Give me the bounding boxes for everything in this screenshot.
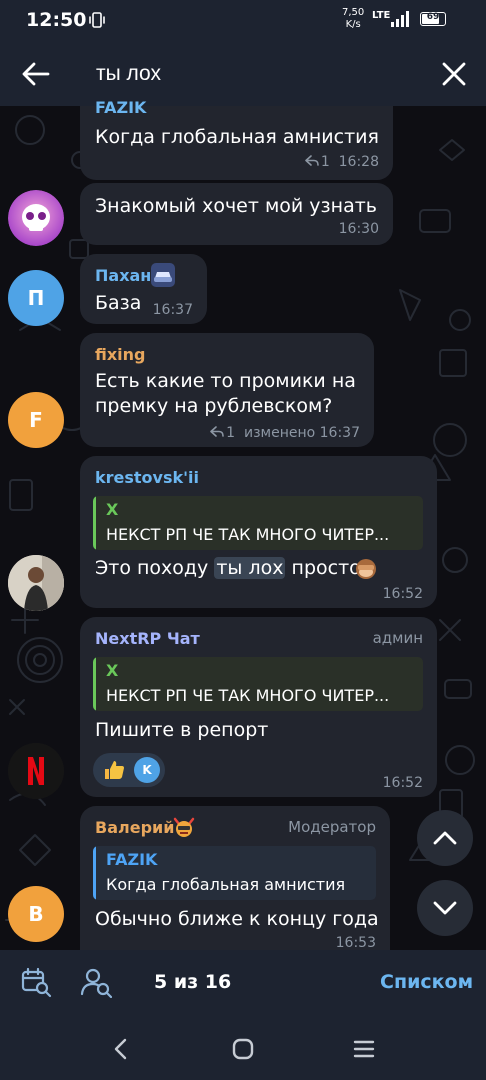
message-author: krestovsk'ii bbox=[95, 468, 200, 487]
member-role: админ bbox=[372, 629, 423, 647]
edited-label: изменено bbox=[243, 425, 316, 441]
message-text: Пишите в репорт bbox=[95, 719, 269, 741]
search-highlight: ты лох bbox=[214, 557, 286, 579]
message-time: 16:30 bbox=[338, 221, 379, 237]
message-time: 16:28 bbox=[338, 154, 379, 170]
message-bubble[interactable]: fixing Есть какие то промики на премку н… bbox=[80, 333, 374, 447]
message-meta: 1 изменено 16:37 bbox=[210, 425, 360, 441]
quote-bar bbox=[93, 846, 96, 900]
message-author: NextRP Чат bbox=[95, 629, 200, 648]
system-navigation-bar bbox=[0, 1016, 486, 1080]
reply-count: 1 bbox=[226, 425, 236, 441]
reply-icon bbox=[210, 426, 224, 437]
avatar-letter: В bbox=[28, 902, 44, 926]
message-text-line: Есть какие то промики на bbox=[95, 370, 356, 392]
reaction-chip[interactable]: K bbox=[93, 753, 165, 787]
quote-bar bbox=[93, 657, 96, 711]
search-input[interactable] bbox=[96, 58, 416, 90]
message-text: Когда глобальная амнистия bbox=[95, 126, 379, 148]
list-view-button[interactable]: Списком bbox=[380, 971, 473, 993]
reaction-avatar: K bbox=[134, 757, 160, 783]
message-text-part: просто bbox=[291, 557, 361, 579]
avatar[interactable]: П bbox=[8, 270, 64, 326]
reply-count: 1 bbox=[320, 154, 330, 170]
avatar-letter: П bbox=[27, 286, 45, 310]
arrow-left-icon[interactable] bbox=[20, 60, 52, 88]
message-bubble[interactable]: FAZIK Когда глобальная амнистия 1 16:28 bbox=[80, 98, 393, 180]
status-bar: 12:50 7,50 K/s LTE 69 bbox=[0, 0, 486, 42]
message-text: Это походу ты лох просто bbox=[95, 556, 361, 581]
netflix-logo-icon bbox=[8, 743, 64, 799]
reply-icon bbox=[305, 155, 319, 166]
thumbs-up-icon bbox=[105, 761, 124, 779]
quote-text: Когда глобальная амнистия bbox=[106, 875, 346, 894]
result-counter: 5 из 16 bbox=[154, 971, 232, 993]
avatar[interactable] bbox=[8, 555, 64, 611]
message-author: FAZIK bbox=[95, 98, 147, 117]
message-text-part: Это походу bbox=[95, 557, 209, 579]
reply-quote[interactable]: FAZIK Когда глобальная амнистия bbox=[93, 846, 376, 900]
battery-icon: 69 bbox=[420, 12, 446, 26]
message-text: База bbox=[95, 292, 142, 314]
message-bubble[interactable]: Валерий Модератор FAZIK Когда глобальная… bbox=[80, 806, 390, 968]
message-time: 16:37 bbox=[319, 425, 360, 441]
vibrate-icon bbox=[89, 12, 105, 28]
chevron-up-icon bbox=[433, 831, 457, 845]
battery-level: 69 bbox=[426, 12, 440, 22]
car-emoji-icon bbox=[151, 263, 175, 287]
avatar[interactable] bbox=[8, 190, 64, 246]
recents-nav-icon[interactable] bbox=[351, 1036, 377, 1062]
quote-text: НЕКСТ РП ЧЕ ТАК МНОГО ЧИТЕР... bbox=[106, 686, 390, 705]
scroll-up-button[interactable] bbox=[417, 810, 473, 866]
home-nav-icon[interactable] bbox=[230, 1036, 256, 1062]
quote-text: НЕКСТ РП ЧЕ ТАК МНОГО ЧИТЕР... bbox=[106, 525, 390, 544]
close-icon[interactable] bbox=[440, 60, 468, 88]
message-bubble[interactable]: NextRP Чат админ X НЕКСТ РП ЧЕ ТАК МНОГО… bbox=[80, 617, 437, 797]
signal-icon bbox=[391, 11, 409, 27]
message-time: 16:53 bbox=[335, 935, 376, 951]
reply-quote[interactable]: X НЕКСТ РП ЧЕ ТАК МНОГО ЧИТЕР... bbox=[93, 496, 423, 550]
message-author: fixing bbox=[95, 345, 146, 364]
message-time: 16:52 bbox=[382, 586, 423, 602]
status-time: 12:50 bbox=[26, 9, 87, 31]
quote-author: X bbox=[106, 661, 119, 680]
network-speed: 7,50 K/s bbox=[342, 7, 365, 30]
calendar-search-icon[interactable] bbox=[20, 966, 52, 998]
reply-quote[interactable]: X НЕКСТ РП ЧЕ ТАК МНОГО ЧИТЕР... bbox=[93, 657, 423, 711]
avatar[interactable]: F bbox=[8, 392, 64, 448]
reaction-avatar-letter: K bbox=[142, 763, 152, 777]
message-time: 16:52 bbox=[382, 775, 423, 791]
message-bubble[interactable]: Пахан База 16:37 bbox=[80, 254, 207, 324]
message-text-line: премку на рублевском? bbox=[95, 395, 333, 417]
network-type: LTE bbox=[372, 10, 391, 21]
photo-avatar-icon bbox=[8, 555, 64, 611]
monkey-icon bbox=[356, 559, 376, 579]
avatar[interactable]: В bbox=[8, 886, 64, 942]
quote-bar bbox=[93, 496, 96, 550]
message-meta: 1 16:28 bbox=[305, 154, 379, 170]
member-role: Модератор bbox=[288, 818, 376, 836]
quote-author: FAZIK bbox=[106, 850, 158, 869]
skull-avatar-icon bbox=[8, 190, 64, 246]
scroll-down-button[interactable] bbox=[417, 880, 473, 936]
message-time: 16:37 bbox=[152, 302, 193, 318]
message-text: Обычно ближе к концу года bbox=[95, 908, 379, 930]
search-results-bar: 5 из 16 Списком bbox=[0, 950, 486, 1016]
avatar-letter: F bbox=[29, 408, 43, 432]
message-text: Знакомый хочет мой узнать bbox=[95, 195, 377, 217]
message-author: Валерий bbox=[95, 818, 175, 837]
message-bubble[interactable]: krestovsk'ii X НЕКСТ РП ЧЕ ТАК МНОГО ЧИТ… bbox=[80, 456, 437, 608]
search-header bbox=[0, 42, 486, 106]
devil-emoji-icon bbox=[173, 817, 195, 837]
back-nav-icon[interactable] bbox=[108, 1036, 134, 1062]
message-bubble[interactable]: Знакомый хочет мой узнать 16:30 bbox=[80, 183, 393, 245]
user-search-icon[interactable] bbox=[80, 966, 112, 998]
quote-author: X bbox=[106, 500, 119, 519]
avatar[interactable] bbox=[8, 743, 64, 799]
chevron-down-icon bbox=[433, 901, 457, 915]
message-author: Пахан bbox=[95, 266, 152, 285]
